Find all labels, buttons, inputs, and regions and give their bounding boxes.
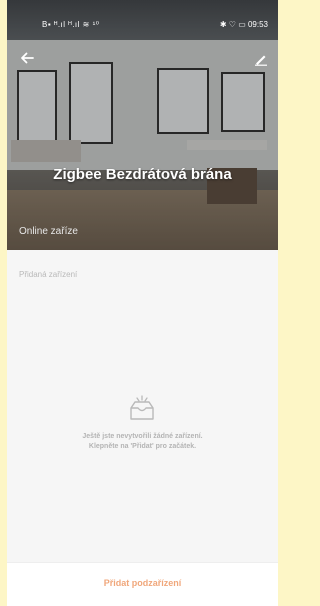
empty-box-icon [130, 395, 154, 420]
added-devices-section-label: Přidaná zařízení [19, 270, 78, 279]
empty-state-line-1: Ještě jste nevytvořili žádné zařízení. [82, 433, 203, 440]
pencil-icon[interactable] [254, 52, 268, 66]
arrow-left-icon[interactable] [19, 50, 35, 66]
app-screen: B▪ ᴴ.ıl ᴴ.ıl ≋ ¹⁰ ✱ ♡ ▭ 09:53 Zigbee Bez… [7, 0, 278, 606]
empty-state-message: Ještě jste nevytvořili žádné zařízení. K… [7, 432, 278, 452]
status-bar-left: B▪ ᴴ.ıl ᴴ.ıl ≋ ¹⁰ [42, 20, 100, 29]
online-devices-label: Online zaříze [19, 226, 78, 237]
bottom-action-bar: Přidat podzařízení [7, 562, 278, 606]
status-bar: B▪ ᴴ.ıl ᴴ.ıl ≋ ¹⁰ ✱ ♡ ▭ 09:53 [7, 0, 278, 40]
hub-name-title[interactable]: Zigbee Bezdrátová brána [7, 166, 278, 183]
empty-state-line-2: Klepněte na 'Přidat' pro začátek. [88, 443, 197, 450]
add-subdevice-button[interactable]: Přidat podzařízení [7, 578, 278, 588]
status-bar-right: ✱ ♡ ▭ 09:53 [219, 20, 268, 29]
